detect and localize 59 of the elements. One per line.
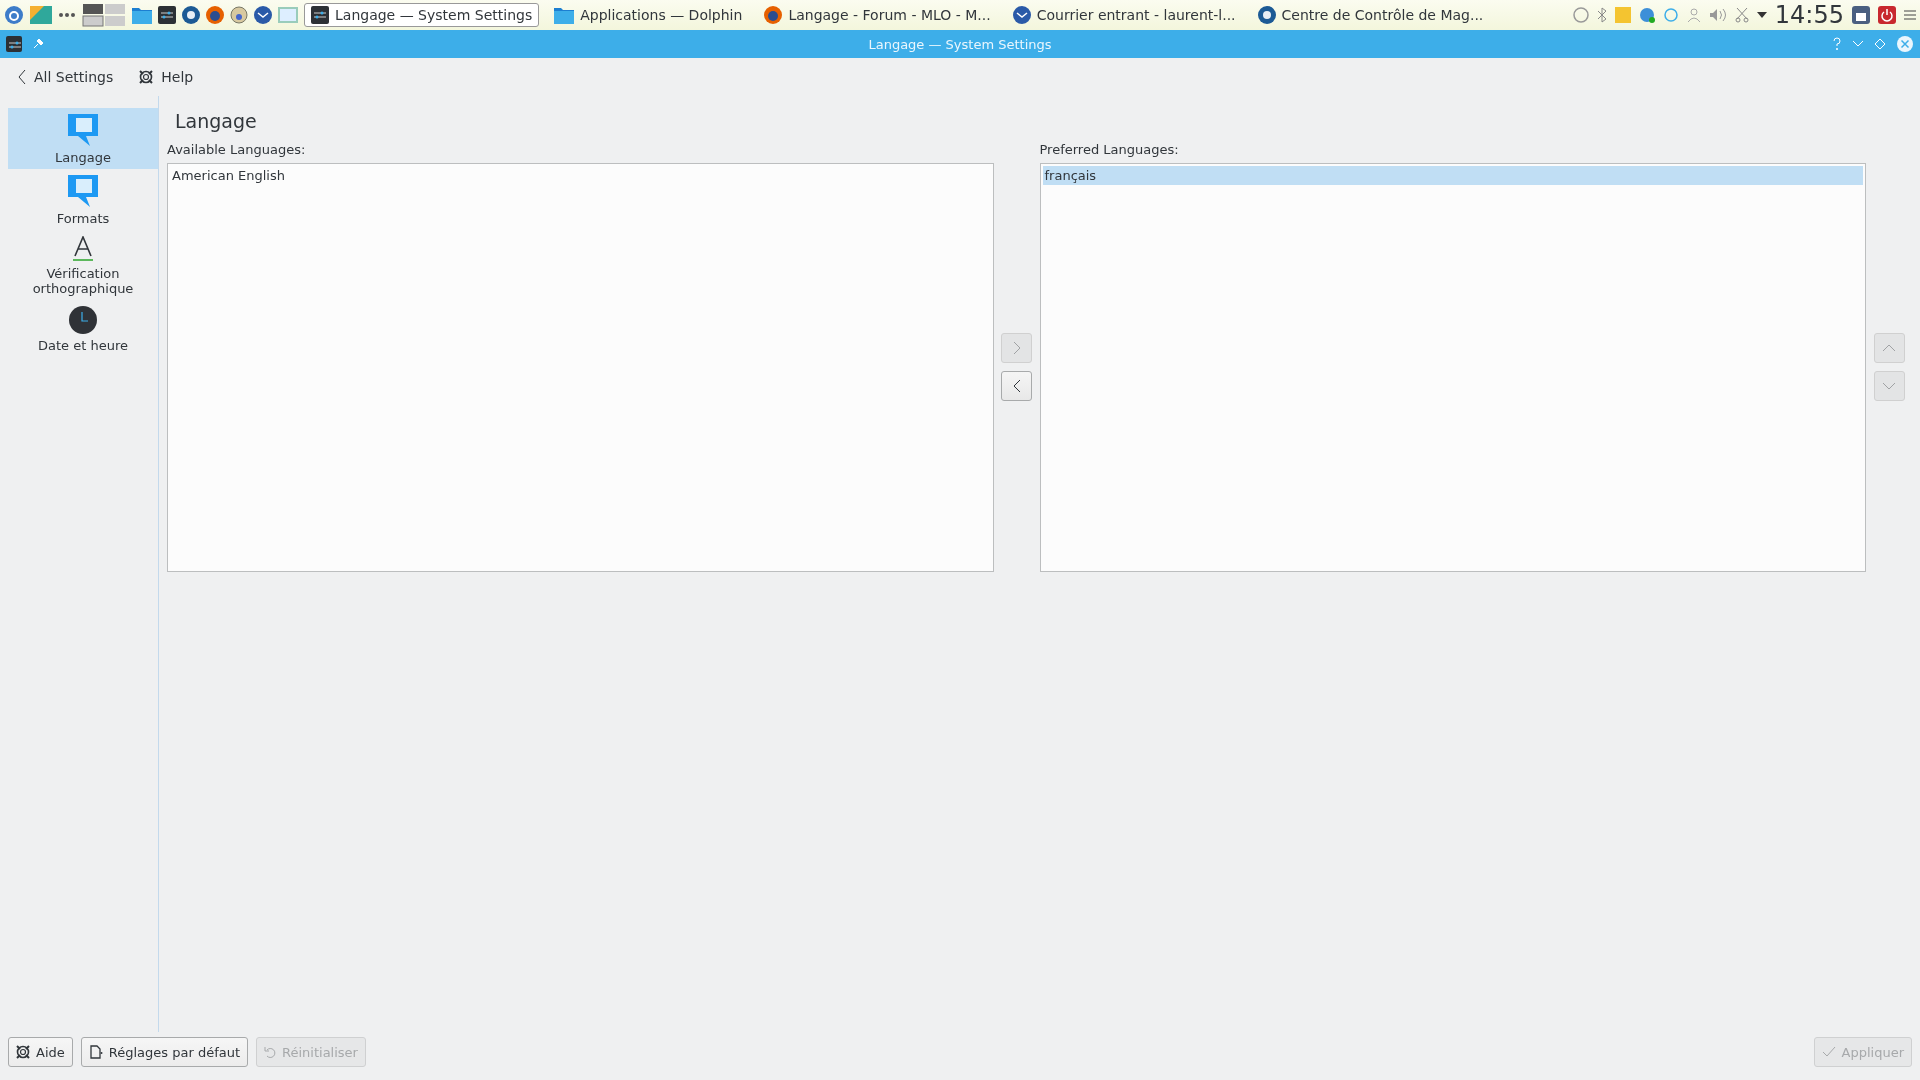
maximize-icon[interactable] xyxy=(1874,38,1886,50)
settings-icon[interactable] xyxy=(158,6,176,24)
task-button[interactable]: Langage — System Settings xyxy=(304,3,540,27)
pager-icon[interactable] xyxy=(82,3,126,27)
list-label: Available Languages: xyxy=(167,142,307,157)
back-icon xyxy=(18,69,26,85)
sidebar-item[interactable]: Date et heure xyxy=(8,300,158,357)
desktop-icon[interactable] xyxy=(30,6,52,24)
defaults-button[interactable]: Réglages par défaut xyxy=(80,1037,249,1067)
language-item[interactable]: français xyxy=(1042,166,1863,185)
folder-icon xyxy=(554,6,575,24)
task-button[interactable]: Centre de Contrôle de Mag... xyxy=(1250,3,1491,27)
remove-button[interactable] xyxy=(1001,371,1032,401)
help-icon xyxy=(139,70,154,84)
help-icon xyxy=(16,1045,30,1059)
volume-icon[interactable] xyxy=(1708,7,1727,23)
minimize-icon[interactable] xyxy=(1852,40,1864,48)
chat-bubble-icon xyxy=(68,175,98,207)
undo-icon xyxy=(264,1045,277,1059)
checkmark-icon xyxy=(1821,1046,1836,1058)
bluetooth-icon[interactable] xyxy=(1596,7,1607,23)
clock[interactable]: 14:55 xyxy=(1774,1,1844,29)
app-menu-icon[interactable] xyxy=(4,5,24,25)
more-icon[interactable] xyxy=(58,12,76,18)
sidebar-item[interactable]: Formats xyxy=(8,169,158,230)
letter-icon xyxy=(72,236,94,262)
task-button[interactable]: Courrier entrant - laurent-l... xyxy=(1005,3,1243,27)
folder-icon[interactable] xyxy=(132,6,152,24)
clock-icon xyxy=(69,306,97,334)
menu-icon[interactable] xyxy=(1904,10,1916,20)
image-icon[interactable] xyxy=(278,7,298,23)
window-title: Langage — System Settings xyxy=(868,36,1052,52)
sidebar-item[interactable]: Langage xyxy=(8,108,158,169)
user-icon[interactable] xyxy=(1686,7,1701,23)
document-icon xyxy=(88,1045,103,1059)
browser-icon[interactable] xyxy=(206,6,224,24)
close-icon[interactable] xyxy=(1896,35,1914,53)
power-icon[interactable] xyxy=(1878,6,1896,24)
help-button[interactable]: Help xyxy=(133,65,200,89)
globe-icon[interactable] xyxy=(1638,7,1655,23)
notes-icon[interactable] xyxy=(1614,7,1631,23)
task-button[interactable]: Applications — Dolphin xyxy=(547,3,750,27)
scissors-icon[interactable] xyxy=(1734,7,1749,23)
settings-icon[interactable] xyxy=(6,36,22,52)
chat-bubble-icon xyxy=(68,114,98,146)
mail-icon xyxy=(1012,6,1031,24)
task-button[interactable]: Langage - Forum - MLO - M... xyxy=(757,3,998,27)
all-settings-button[interactable]: All Settings xyxy=(12,65,120,89)
settings-icon xyxy=(311,6,329,24)
browser-icon xyxy=(764,6,783,24)
list-label: Preferred Languages: xyxy=(1039,142,1180,157)
page-title: Langage xyxy=(175,110,258,132)
help-button[interactable]: Aide xyxy=(8,1037,73,1067)
caret-icon[interactable] xyxy=(1756,12,1767,18)
lock-icon[interactable] xyxy=(1852,6,1870,24)
sidebar-item[interactable]: Vérification orthographique xyxy=(8,230,158,300)
help-icon[interactable] xyxy=(1832,37,1842,51)
language-item[interactable]: American English xyxy=(170,166,991,185)
mail-icon[interactable] xyxy=(254,6,272,24)
